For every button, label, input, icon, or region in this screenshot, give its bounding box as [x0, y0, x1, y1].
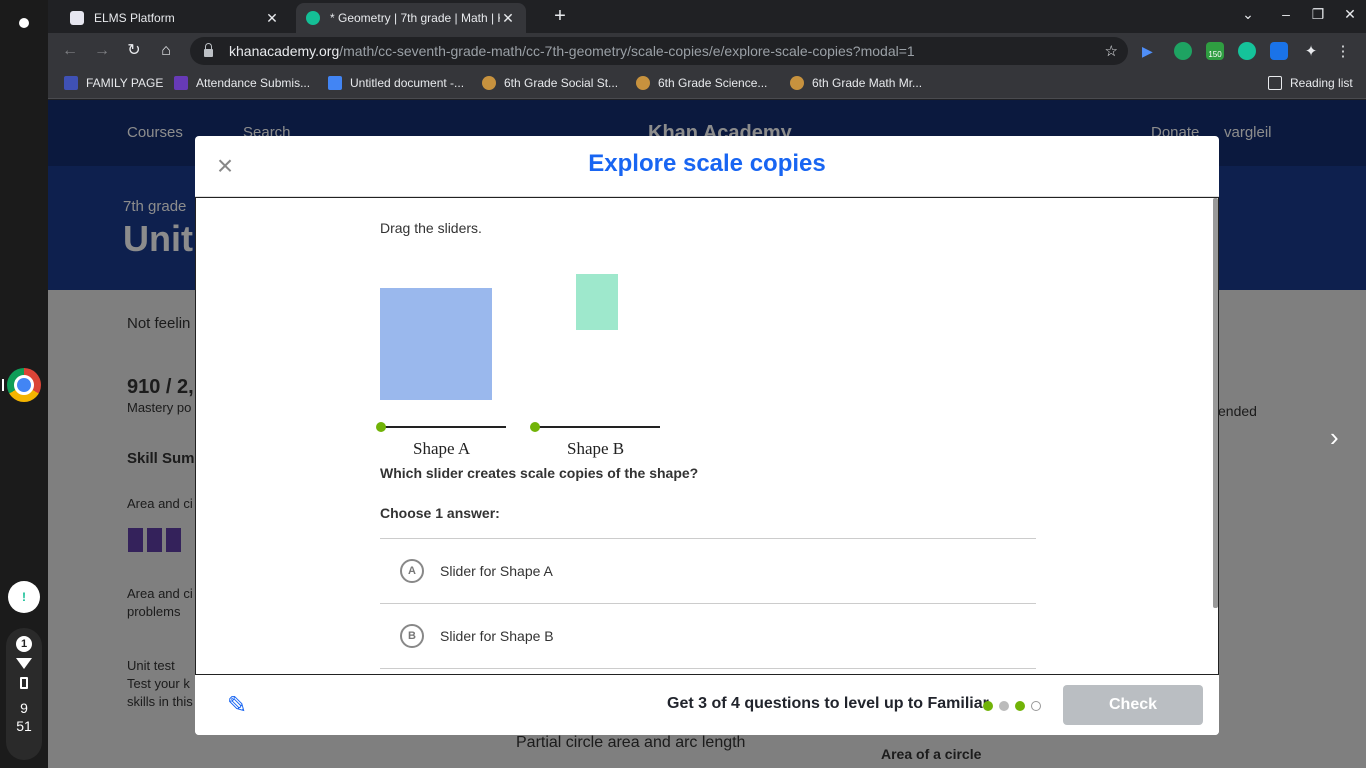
browser-toolbar: ← → ↻ ⌂ khanacademy.org/math/cc-seventh-…	[48, 33, 1366, 69]
bookmark-attendance[interactable]: Attendance Submis...	[174, 76, 310, 90]
green-extension-icon[interactable]	[1174, 42, 1192, 60]
launcher-button[interactable]	[9, 8, 39, 38]
bitmoji-icon	[636, 76, 650, 90]
bookmark-science[interactable]: 6th Grade Science...	[636, 76, 767, 90]
progress-dot	[999, 701, 1009, 711]
minimize-icon[interactable]: –	[1276, 6, 1296, 22]
shape-b	[576, 274, 618, 330]
bookmark-untitled-doc[interactable]: Untitled document -...	[328, 76, 464, 90]
battery-icon	[20, 677, 28, 689]
doc-icon	[328, 76, 342, 90]
slider-shape-b[interactable]	[530, 422, 660, 432]
check-button[interactable]: Check	[1063, 685, 1203, 725]
tab-geometry[interactable]: * Geometry | 7th grade | Math | K ✕	[296, 3, 526, 33]
progress-dot	[1015, 701, 1025, 711]
forward-icon[interactable]: →	[90, 39, 114, 63]
close-window-icon[interactable]: ✕	[1340, 6, 1360, 23]
slider-handle[interactable]	[530, 422, 540, 432]
question-text: Which slider creates scale copies of the…	[380, 465, 699, 481]
khan-favicon-icon	[306, 11, 320, 25]
wifi-icon	[16, 658, 32, 669]
reload-icon[interactable]: ↻	[122, 39, 146, 63]
level-up-text: Get 3 of 4 questions to level up to Fami…	[667, 695, 989, 712]
choice-a[interactable]: A Slider for Shape A	[380, 539, 1036, 603]
active-indicator	[2, 379, 4, 391]
prompt-text: Drag the sliders.	[380, 220, 482, 236]
shape-b-label: Shape B	[567, 439, 625, 458]
tab-bar: ELMS Platform ✕ * Geometry | 7th grade |…	[48, 0, 1366, 33]
choice-letter: A	[400, 559, 424, 583]
slider-handle[interactable]	[376, 422, 386, 432]
slider-shape-a[interactable]	[376, 422, 506, 432]
extensions-puzzle-icon[interactable]: ✦	[1302, 42, 1320, 60]
reading-list-icon	[1268, 76, 1282, 90]
menu-icon[interactable]: ⋮	[1334, 42, 1352, 60]
clock-minute: 51	[16, 718, 32, 734]
choice-text: Slider for Shape A	[440, 563, 553, 579]
choice-letter: B	[400, 624, 424, 648]
bitmoji-icon	[482, 76, 496, 90]
reading-list-button[interactable]: Reading list	[1268, 76, 1353, 90]
clock-hour: 9	[20, 700, 28, 716]
bookmark-family-page[interactable]: FAMILY PAGE	[64, 76, 163, 90]
choose-text: Choose 1 answer:	[380, 505, 500, 521]
modal-header: × Explore scale copies	[195, 136, 1219, 197]
choice-b[interactable]: B Slider for Shape B	[380, 604, 1036, 668]
url-domain: khanacademy.org	[229, 43, 340, 59]
scratchpad-pencil-icon[interactable]: ✎	[227, 691, 255, 719]
tab-elms[interactable]: ELMS Platform ✕	[60, 3, 290, 33]
chrome-app-icon[interactable]	[7, 368, 41, 402]
bookmark-math[interactable]: 6th Grade Math Mr...	[790, 76, 922, 90]
grammarly-icon[interactable]	[1238, 42, 1256, 60]
progress-dots	[983, 701, 1041, 711]
choice-text: Slider for Shape B	[440, 628, 554, 644]
notification-count: 1	[16, 636, 32, 652]
lock-icon[interactable]	[204, 43, 213, 57]
modal-title: Explore scale copies	[588, 150, 826, 177]
bitmoji-icon	[790, 76, 804, 90]
play-extension-icon[interactable]: ▶	[1142, 42, 1160, 60]
tab-search-icon[interactable]: ⌄	[1238, 6, 1258, 23]
exercise-body: Drag the sliders. Shape A Shape B Which …	[195, 197, 1219, 675]
home-icon[interactable]: ⌂	[154, 39, 178, 63]
shape-a-label: Shape A	[413, 439, 471, 458]
new-tab-button[interactable]: +	[548, 5, 572, 29]
address-bar[interactable]: khanacademy.org/math/cc-seventh-grade-ma…	[190, 37, 1128, 65]
expand-extension-icon[interactable]	[1270, 42, 1288, 60]
khan-academy-app-icon[interactable]: !	[8, 581, 40, 613]
tab-title: * Geometry | 7th grade | Math | K	[330, 11, 500, 25]
status-tray[interactable]: 1 9 51	[6, 628, 42, 760]
divider	[380, 668, 1036, 669]
exercise-modal: × Explore scale copies Drag the sliders.…	[195, 136, 1219, 735]
shape-a	[380, 288, 492, 400]
close-tab-icon[interactable]: ✕	[500, 10, 516, 27]
progress-dot	[983, 701, 993, 711]
form-icon	[174, 76, 188, 90]
bookmark-star-icon[interactable]: ☆	[1105, 42, 1118, 60]
bookmark-social-studies[interactable]: 6th Grade Social St...	[482, 76, 618, 90]
restore-icon[interactable]: ❐	[1308, 6, 1328, 23]
counter-extension-icon[interactable]: 150	[1206, 42, 1224, 60]
scrollbar[interactable]	[1213, 198, 1218, 608]
url-path: /math/cc-seventh-grade-math/cc-7th-geome…	[339, 43, 915, 59]
calendar-icon	[64, 76, 78, 90]
clock: 9 51	[6, 699, 42, 735]
tab-title: ELMS Platform	[94, 11, 175, 25]
progress-dot	[1031, 701, 1041, 711]
back-icon[interactable]: ←	[58, 39, 82, 63]
bookmarks-bar: FAMILY PAGE Attendance Submis... Untitle…	[48, 69, 1366, 99]
close-tab-icon[interactable]: ✕	[264, 10, 280, 27]
os-shelf: ! 1 9 51	[0, 0, 48, 768]
elms-favicon-icon	[70, 11, 84, 25]
modal-footer: ✎ Get 3 of 4 questions to level up to Fa…	[195, 675, 1219, 735]
chevron-right-icon[interactable]: ›	[1330, 422, 1339, 453]
